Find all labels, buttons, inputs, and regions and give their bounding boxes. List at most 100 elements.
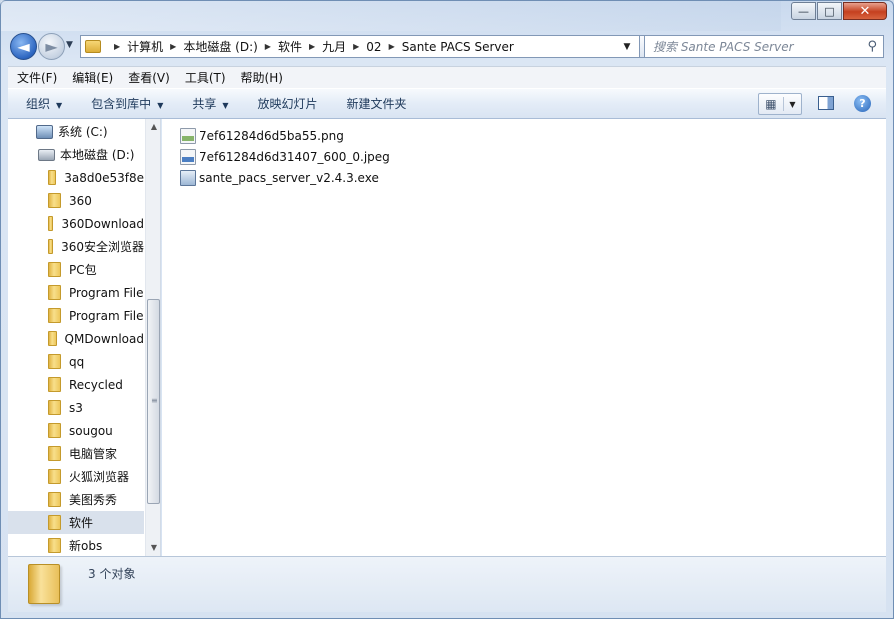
breadcrumb-02[interactable]: 02 (366, 40, 381, 54)
caption-buttons: — □ ✕ (791, 2, 887, 20)
chevron-right-icon[interactable]: ▶ (309, 42, 315, 51)
folder-icon (48, 469, 61, 484)
folder-icon (48, 515, 61, 530)
recent-pages-dropdown-icon[interactable]: ▼ (66, 40, 73, 50)
chevron-right-icon[interactable]: ▶ (170, 42, 176, 51)
folder-icon (48, 285, 61, 300)
png-file-icon (180, 127, 196, 144)
scroll-up-icon[interactable]: ▲ (146, 119, 160, 135)
view-options-icon[interactable]: ▦ (759, 97, 784, 111)
menu-tools[interactable]: 工具(T) (185, 69, 226, 86)
slideshow-button[interactable]: 放映幻灯片 (258, 95, 318, 112)
sidebar-item-label: 360安全浏览器 (61, 240, 144, 254)
sidebar-item-folder[interactable]: 新obs (8, 534, 144, 556)
breadcrumb-september[interactable]: 九月 (322, 38, 346, 55)
sidebar-item-folder[interactable]: 360 (8, 189, 144, 212)
search-icon[interactable]: ⚲ (867, 39, 877, 54)
sidebar-item-label: 360 (69, 193, 92, 208)
close-button[interactable]: ✕ (843, 2, 887, 20)
nav-pane-scrollbar[interactable]: ▲ ≡ ▼ (145, 119, 160, 556)
sidebar-item-label: Program File (69, 308, 144, 323)
sidebar-item-folder[interactable]: Recycled (8, 373, 144, 396)
share-label: 共享 (192, 97, 217, 111)
folder-icon (28, 564, 60, 604)
address-bar[interactable]: ▶ 计算机 ▶ 本地磁盘 (D:) ▶ 软件 ▶ 九月 ▶ 02 ▶ Sante… (80, 35, 640, 58)
chevron-right-icon[interactable]: ▶ (353, 42, 359, 51)
sidebar-item-label: Program File (69, 285, 144, 300)
sidebar-item-folder[interactable]: 360Download (8, 212, 144, 235)
folder-icon (48, 423, 61, 438)
sidebar-item-label: 火狐浏览器 (69, 470, 130, 484)
folder-icon (48, 170, 57, 185)
folder-icon (48, 308, 61, 323)
sidebar-item-local-disk-d[interactable]: 本地磁盘 (D:) (8, 143, 144, 166)
scroll-down-icon[interactable]: ▼ (146, 540, 160, 556)
installer-file-icon (180, 169, 196, 186)
folder-icon (48, 446, 61, 461)
folder-icon (48, 239, 54, 254)
scrollbar-thumb[interactable]: ≡ (147, 299, 160, 504)
help-icon[interactable]: ? (854, 95, 871, 112)
sidebar-item-folder[interactable]: 3a8d0e53f8e (8, 166, 144, 189)
sidebar-item-system-c[interactable]: 系统 (C:) (8, 120, 144, 143)
search-input[interactable]: 搜索 Sante PACS Server ⚲ (644, 35, 884, 58)
menu-edit[interactable]: 编辑(E) (72, 69, 113, 86)
file-item-jpeg[interactable]: 7ef61284d6d31407_600_0.jpeg (180, 146, 390, 167)
breadcrumb-sante-pacs-server[interactable]: Sante PACS Server (402, 40, 514, 54)
preview-pane-icon[interactable] (818, 96, 834, 110)
folder-icon (48, 492, 61, 507)
sidebar-item-folder[interactable]: 360安全浏览器 (8, 235, 144, 258)
sidebar-item-folder[interactable]: PC包 (8, 258, 144, 281)
title-bar (1, 1, 781, 31)
sidebar-item-folder[interactable]: 火狐浏览器 (8, 465, 144, 488)
sidebar-item-folder[interactable]: Program File (8, 281, 144, 304)
file-name: sante_pacs_server_v2.4.3.exe (199, 170, 379, 185)
breadcrumb-computer[interactable]: 计算机 (127, 38, 163, 55)
sidebar-item-label: 3a8d0e53f8e (64, 170, 144, 185)
sidebar-item-folder[interactable]: s3 (8, 396, 144, 419)
chevron-right-icon[interactable]: ▶ (114, 42, 120, 51)
file-list: 7ef61284d6d5ba55.png 7ef61284d6d31407_60… (162, 119, 886, 556)
sidebar-item-label: 本地磁盘 (D:) (60, 148, 135, 162)
sidebar-item-folder[interactable]: QMDownload (8, 327, 144, 350)
navigation-pane: 系统 (C:) 本地磁盘 (D:) 3a8d0e53f8e 360 360Dow… (8, 119, 161, 556)
change-view-button[interactable]: ▦ ▼ (758, 93, 802, 115)
sidebar-item-folder[interactable]: qq (8, 350, 144, 373)
sidebar-item-software-selected[interactable]: 软件 (8, 511, 144, 534)
grip-icon: ≡ (151, 396, 158, 405)
share-button[interactable]: 共享 ▼ (192, 95, 228, 112)
sidebar-item-label: 美图秀秀 (69, 493, 118, 507)
chevron-down-icon[interactable]: ▼ (784, 100, 801, 109)
include-in-library-button[interactable]: 包含到库中 ▼ (91, 95, 163, 112)
sidebar-item-label: 电脑管家 (69, 447, 118, 461)
breadcrumb-drive-d[interactable]: 本地磁盘 (D:) (183, 38, 257, 55)
maximize-button[interactable]: □ (817, 2, 842, 20)
sidebar-item-folder[interactable]: 美图秀秀 (8, 488, 144, 511)
menu-help[interactable]: 帮助(H) (241, 69, 283, 86)
chevron-right-icon[interactable]: ▶ (265, 42, 271, 51)
back-button[interactable]: ◄ (10, 33, 37, 60)
folder-icon (48, 331, 57, 346)
minimize-button[interactable]: — (791, 2, 816, 20)
sidebar-item-label: 新obs (69, 539, 103, 553)
forward-button[interactable]: ► (38, 33, 65, 60)
address-history-dropdown-icon[interactable]: ▼ (615, 36, 639, 57)
chevron-right-icon[interactable]: ▶ (389, 42, 395, 51)
sidebar-item-folder[interactable]: Program File (8, 304, 144, 327)
folder-icon (48, 377, 61, 392)
address-row: ◄ ► ▼ ▶ 计算机 ▶ 本地磁盘 (D:) ▶ 软件 ▶ 九月 ▶ 02 ▶… (8, 32, 886, 60)
organize-button[interactable]: 组织 ▼ (26, 95, 62, 112)
menu-file[interactable]: 文件(F) (17, 69, 57, 86)
file-item-exe[interactable]: sante_pacs_server_v2.4.3.exe (180, 167, 379, 188)
system-drive-icon (36, 124, 53, 139)
include-in-library-label: 包含到库中 (91, 97, 152, 111)
new-folder-button[interactable]: 新建文件夹 (347, 95, 407, 112)
folder-icon (48, 216, 54, 231)
file-item-png[interactable]: 7ef61284d6d5ba55.png (180, 125, 344, 146)
breadcrumb-software[interactable]: 软件 (278, 38, 302, 55)
file-name: 7ef61284d6d31407_600_0.jpeg (199, 149, 390, 164)
sidebar-item-folder[interactable]: sougou (8, 419, 144, 442)
menu-view[interactable]: 查看(V) (128, 69, 170, 86)
chevron-down-icon: ▼ (157, 101, 164, 110)
sidebar-item-folder[interactable]: 电脑管家 (8, 442, 144, 465)
